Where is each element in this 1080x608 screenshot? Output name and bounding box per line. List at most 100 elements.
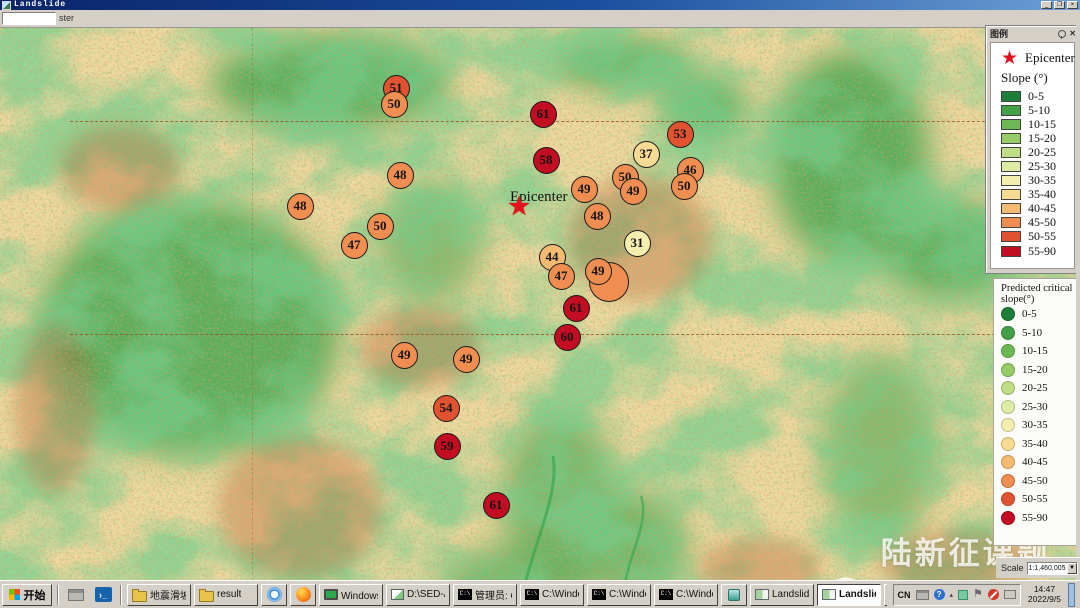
folder-icon <box>199 591 214 602</box>
taskbar-button-cmd-window-2[interactable]: C:\C:\Windows... <box>587 584 651 606</box>
legend-range-label: 5-10 <box>1028 103 1050 118</box>
lang-indicator-icon[interactable]: CN <box>898 590 911 600</box>
legend-range-label: 10-15 <box>1022 345 1048 357</box>
slope-marker: 31 <box>624 230 651 257</box>
legend-row: 45-50 <box>1001 472 1079 491</box>
clock-date: 2022/9/5 <box>1028 595 1061 605</box>
legend-row: 10-15 <box>1001 117 1074 131</box>
taskbar-button-landslide-3[interactable]: Landslide <box>884 584 887 606</box>
start-button[interactable]: 开始 <box>2 584 52 606</box>
legend-range-label: 15-20 <box>1022 364 1048 376</box>
legend-swatch <box>1001 246 1021 257</box>
taskbar-button-label: C:\Windows... <box>609 589 646 600</box>
legend-row: 25-30 <box>1001 159 1074 173</box>
taskbar-button-cmd-admin[interactable]: C:\管理员: C:... <box>453 584 517 606</box>
legend-swatch <box>1001 418 1015 432</box>
taskbar-button-app-rings[interactable] <box>261 584 287 606</box>
legend-rows: 0-55-1010-1515-2020-2525-3030-3535-4040-… <box>1001 89 1074 258</box>
epicenter-legend-icon: ★ <box>1001 49 1018 68</box>
vm-icon[interactable] <box>958 590 968 600</box>
blocked-icon[interactable] <box>988 589 999 600</box>
taskbar-button-label: Landslide <box>772 589 809 600</box>
window-edge <box>1076 25 1080 580</box>
legend-range-label: 25-30 <box>1028 159 1056 174</box>
cmd-icon: C:\ <box>659 589 673 600</box>
legend-row: 45-50 <box>1001 216 1074 230</box>
taskbar-button-task-manager[interactable]: Windows 任... <box>319 584 383 606</box>
windows-flag-icon <box>9 589 20 600</box>
legend-row: 40-45 <box>1001 202 1074 216</box>
legend-row: 0-5 <box>1001 305 1079 324</box>
graticule-line <box>70 121 1080 122</box>
legend-swatch <box>1001 511 1015 525</box>
flag-icon[interactable]: ⚑ <box>973 589 983 600</box>
firefox-icon <box>296 587 311 602</box>
taskbar-button-app-teal[interactable] <box>721 584 747 606</box>
layer-combo-input[interactable] <box>2 12 56 25</box>
printer-icon[interactable] <box>916 590 929 600</box>
taskbar: 开始 ›_ 地震滑坡计... result Windows 任...D:\SED-A… <box>0 580 1080 608</box>
taskbar-button-folder-earthquake[interactable]: 地震滑坡计... <box>127 584 191 606</box>
taskbar-button-landslide-1[interactable]: Landslide <box>750 584 814 606</box>
help-icon[interactable]: ? <box>934 589 945 600</box>
taskbar-button-label: C:\Windows... <box>676 589 713 600</box>
slope-marker: 50 <box>381 91 408 118</box>
restore-button[interactable]: ❐ <box>1054 1 1065 9</box>
window-title: Landslide <box>14 1 66 9</box>
legend-range-label: 40-45 <box>1022 456 1048 468</box>
taskbar-button-folder-result[interactable]: result <box>194 584 258 606</box>
scale-control: Scale 1:1,460,005 ▼ <box>996 557 1080 578</box>
legend-header: 图例 ✕ <box>986 26 1079 40</box>
legend-swatch <box>1001 492 1015 506</box>
legend-close-icon[interactable]: ✕ <box>1069 30 1076 38</box>
network-icon[interactable] <box>1004 590 1016 599</box>
legend-swatch <box>1001 217 1021 228</box>
legend-range-label: 55-90 <box>1028 244 1056 259</box>
cmd-icon: C:\ <box>458 589 472 600</box>
app-icon <box>2 1 11 10</box>
legend-range-label: 50-55 <box>1028 229 1056 244</box>
legend-swatch <box>1001 400 1015 414</box>
task-buttons: 地震滑坡计...resultWindows 任...D:\SED-ACT...C… <box>127 584 887 606</box>
taskbar-button-cmd-window-3[interactable]: C:\C:\Windows... <box>654 584 718 606</box>
taskbar-button-firefox[interactable] <box>290 584 316 606</box>
slope-marker: 60 <box>554 324 581 351</box>
legend-row: 30-35 <box>1001 416 1079 435</box>
slope-marker: 49 <box>620 178 647 205</box>
legend-range-label: 40-45 <box>1028 201 1056 216</box>
legend-row: 5-10 <box>1001 324 1079 343</box>
system-tray: CN?▴⚑ 14:47 2022/9/5 <box>890 583 1078 607</box>
legend-swatch <box>1001 147 1021 158</box>
taskbar-button-label: result <box>217 589 241 600</box>
slope-marker: 48 <box>584 203 611 230</box>
taskbar-button-landslide-2[interactable]: Landslide <box>817 584 881 606</box>
cmd-icon: C:\ <box>592 589 606 600</box>
minimize-button[interactable]: _ <box>1041 1 1052 9</box>
toolbar: ster <box>0 10 1080 28</box>
legend-title: 图例 <box>990 27 1008 40</box>
taskbar-button-label: 地震滑坡计... <box>150 587 186 602</box>
pin-icon[interactable] <box>1058 30 1066 38</box>
legend-swatch <box>1001 437 1015 451</box>
taskbar-button-label: C:\Windows... <box>542 589 579 600</box>
legend-row: 40-45 <box>1001 453 1079 472</box>
quick-launch-printer[interactable] <box>64 584 88 606</box>
quick-launch-powershell[interactable]: ›_ <box>91 584 115 606</box>
map[interactable]: Epicenter ★ 5150615337584648505049494848… <box>0 28 1080 580</box>
printer-icon <box>68 589 84 601</box>
legend-range-label: 5-10 <box>1022 327 1042 339</box>
expand-icon[interactable]: ▴ <box>950 591 954 599</box>
taskbar-button-sed-act[interactable]: D:\SED-ACT... <box>386 584 450 606</box>
legend-swatch <box>1001 231 1021 242</box>
show-desktop-button[interactable] <box>1068 583 1075 607</box>
legend-row: 5-10 <box>1001 103 1074 117</box>
divider <box>57 585 59 605</box>
divider <box>120 585 122 605</box>
scale-value: 1:1,460,005 <box>1028 565 1067 572</box>
close-button[interactable]: × <box>1067 1 1078 9</box>
taskbar-button-cmd-window-1[interactable]: C:\C:\Windows... <box>520 584 584 606</box>
chevron-down-icon[interactable]: ▼ <box>1067 563 1077 574</box>
legend-row: 25-30 <box>1001 398 1079 417</box>
legend-range-label: 15-20 <box>1028 131 1056 146</box>
scale-combo[interactable]: 1:1,460,005 ▼ <box>1027 562 1078 575</box>
